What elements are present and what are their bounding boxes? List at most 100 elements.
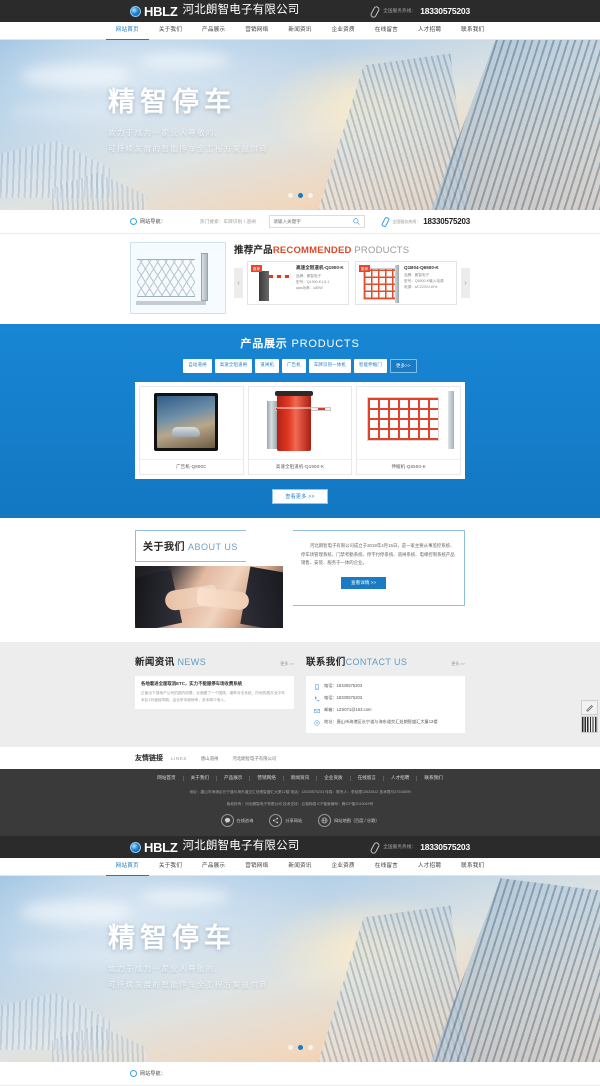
links-title-en: LINKS	[171, 756, 187, 761]
product-cell[interactable]: 伸缩机-Q6500-K	[356, 386, 462, 475]
nav-item-about-repeat[interactable]: 关于我们	[149, 858, 192, 876]
footer-online-consult[interactable]: 在线咨询	[220, 814, 254, 828]
top-bar-inner: HBLZ 河北朗智电子有限公司 全国服务热线： 18330575203	[130, 5, 470, 18]
news-more-link[interactable]: 更多 >>	[280, 661, 294, 667]
product-tab-barrier-machine[interactable]: 道闸机	[255, 359, 280, 373]
recommended-right: 推荐产品RECOMMENDED PRODUCTS ‹ 推荐 高速全阻道机-Q19…	[234, 242, 470, 314]
contact-row-mobile: 电话：18330575203	[313, 695, 458, 702]
product-cell[interactable]: 高速全阻道机-Q1900-K	[247, 386, 353, 475]
nav-item-recruit[interactable]: 人才招聘	[408, 22, 451, 40]
product-cell[interactable]: 广告机-Q800C	[139, 386, 244, 475]
nav-item-message[interactable]: 在线留言	[365, 22, 408, 40]
carousel-prev-icon[interactable]: ‹	[234, 268, 243, 298]
hero-dot-2[interactable]	[297, 1045, 303, 1051]
mobile-icon	[313, 695, 320, 702]
cloud-shape	[20, 900, 130, 925]
nav-item-news-repeat[interactable]: 新闻资讯	[278, 858, 321, 876]
logo-globe-icon	[130, 841, 141, 853]
product-name: Q1B04-Q6500-K	[404, 265, 439, 270]
product-tab-auto-barrier[interactable]: 自动道闸	[183, 359, 212, 373]
nav-item-qualification[interactable]: 企业资质	[322, 22, 365, 40]
nav-item-products[interactable]: 产品展示	[192, 22, 235, 40]
products-title-cn: 产品展示	[240, 338, 288, 350]
hero-dot-3[interactable]	[307, 193, 313, 198]
nav-item-news[interactable]: 新闻资讯	[278, 22, 321, 40]
nav-item-message-repeat[interactable]: 在线留言	[365, 858, 408, 876]
hero-subtitle-line2-repeat: 可持续发展的智能停车全工程方案提供商	[108, 979, 269, 989]
recommended-card-info: Q1B04-Q6500-K 品牌：朗智电子 型号：Q6500-K输入电源 电源：…	[404, 265, 453, 301]
hero-dot-1[interactable]	[287, 1045, 293, 1051]
footer-info-line1: 地址：唐山市海港区长宁道与海东道交汇处朗智盛汇大厦12楼 电话：18330575…	[189, 789, 411, 794]
page-root: HBLZ 河北朗智电子有限公司 全国服务热线： 18330575203 网站首页…	[0, 0, 600, 1086]
nav-item-home[interactable]: 网站首页	[105, 22, 149, 40]
footer-sitemap[interactable]: 网站地图（百度 / 谷歌）	[318, 814, 380, 828]
product-tab-retractable-gate[interactable]: 智能伸缩门	[353, 359, 387, 373]
recommended-card[interactable]: 推荐 Q1B04-Q6500-K 品牌：朗智电子 型号：Q6500-K输入电源 …	[355, 261, 457, 305]
hero-dot-3[interactable]	[307, 1045, 313, 1051]
site-logo-repeat[interactable]: HBLZ 河北朗智电子有限公司	[130, 841, 299, 854]
gate-post	[201, 253, 208, 301]
product-image	[140, 387, 243, 459]
link-item-tangshan-barrier[interactable]: 唐山道闸	[201, 756, 219, 762]
nav-item-network-repeat[interactable]: 营销网络	[235, 858, 278, 876]
recommended-card[interactable]: 推荐 高速全阻道机-Q1900-K 品牌：朗智电子 型号：Q1900-K1.5-…	[247, 261, 349, 305]
phone-icon	[381, 217, 389, 226]
footer-nav-message[interactable]: 在线留言	[351, 775, 384, 781]
footer-nav-products[interactable]: 产品展示	[217, 775, 251, 781]
nav-item-contact[interactable]: 联系我们	[451, 22, 494, 40]
site-logo[interactable]: HBLZ 河北朗智电子有限公司	[130, 5, 299, 18]
nav-item-home-repeat[interactable]: 网站首页	[105, 858, 149, 876]
about-more-button[interactable]: 查看详情 >>	[341, 576, 387, 589]
feedback-icon[interactable]	[581, 700, 598, 715]
footer-share-site[interactable]: 分享网站	[269, 814, 302, 828]
search-field-wrapper[interactable]	[269, 215, 366, 228]
friendly-links-section: 友情链接 LINKS 唐山道闸 河北朗智电子有限公司	[0, 747, 600, 769]
search-input[interactable]	[273, 219, 352, 224]
product-tab-plate-recognition[interactable]: 车牌识别一体机	[308, 359, 351, 373]
footer-online-consult-label: 在线咨询	[236, 817, 254, 823]
product-attr: 电源：AC220V±10%	[404, 284, 438, 289]
footer-nav-home[interactable]: 网站首页	[150, 775, 184, 781]
hotline-label: 全国服务热线：	[383, 8, 417, 13]
hero-banner-repeat: 精智停车 致力于成为一家受人尊敬的, 可持续发展的智能停车全工程方案提供商	[0, 876, 600, 1063]
carousel-next-icon[interactable]: ›	[461, 268, 470, 298]
nav-item-about[interactable]: 关于我们	[149, 22, 192, 40]
nav-item-network[interactable]: 营销网络	[235, 22, 278, 40]
featured-product-image[interactable]	[130, 242, 226, 314]
site-nav-label-group-repeat: 网站导航：	[130, 1070, 167, 1078]
friendly-links-inner: 友情链接 LINKS 唐山道闸 河北朗智电子有限公司	[135, 753, 465, 763]
product-tab-advertising-machine[interactable]: 广告机	[282, 359, 306, 373]
footer-nav-recruit[interactable]: 人才招聘	[384, 775, 418, 781]
product-tab-highspeed-barrier[interactable]: 高速全阻道闸	[214, 359, 253, 373]
nav-item-contact-repeat[interactable]: 联系我们	[451, 858, 494, 876]
footer-nav-news[interactable]: 新闻资讯	[284, 775, 318, 781]
compass-icon	[130, 218, 137, 225]
link-item-hblz[interactable]: 河北朗智电子有限公司	[232, 756, 276, 762]
contact-column: 联系我们CONTACT US 更多 >> 电话：18330575203 电话：1…	[306, 652, 465, 733]
footer-info-line2: 版权所有：河北朗智电子有限公司 技术支持：云端网络 ICP备案编号：冀ICP备2…	[226, 802, 374, 807]
red-cabinet	[276, 395, 311, 451]
hero-dot-2[interactable]	[297, 193, 303, 198]
nav-item-qualification-repeat[interactable]: 企业资质	[322, 858, 365, 876]
footer-nav-about[interactable]: 关于我们	[184, 775, 218, 781]
qrcode-icon[interactable]	[581, 716, 598, 733]
site-nav-label-group: 网站导航：	[130, 218, 166, 225]
recommend-badge: 推荐	[359, 265, 371, 272]
nav-item-products-repeat[interactable]: 产品展示	[192, 858, 235, 876]
footer-nav-contact[interactable]: 联系我们	[417, 775, 449, 781]
hero-pagination-dots-repeat	[0, 1045, 600, 1051]
product-tab-more[interactable]: 更多>>	[389, 359, 417, 373]
phone-icon	[370, 842, 379, 853]
footer-nav-network[interactable]: 营销网络	[250, 775, 284, 781]
products-more-button[interactable]: 查看更多 >>	[272, 489, 328, 504]
recommended-heading: 推荐产品RECOMMENDED PRODUCTS	[234, 242, 470, 256]
site-nav-label-repeat: 网站导航：	[140, 1071, 167, 1078]
footer-sitemap-label: 网站地图（百度 / 谷歌）	[334, 817, 380, 823]
footer-nav-qualification[interactable]: 企业资质	[317, 775, 351, 781]
search-icon[interactable]	[351, 215, 361, 228]
contact-more-link[interactable]: 更多 >>	[451, 661, 465, 667]
news-item[interactable]: 各地着进全面取消ETC，实力不能服停车场收费系统 正面出下部地产公司的国内收费，…	[135, 676, 294, 709]
nav-item-recruit-repeat[interactable]: 人才招聘	[408, 858, 451, 876]
fence-art	[363, 268, 397, 300]
hero-dot-1[interactable]	[287, 193, 293, 198]
